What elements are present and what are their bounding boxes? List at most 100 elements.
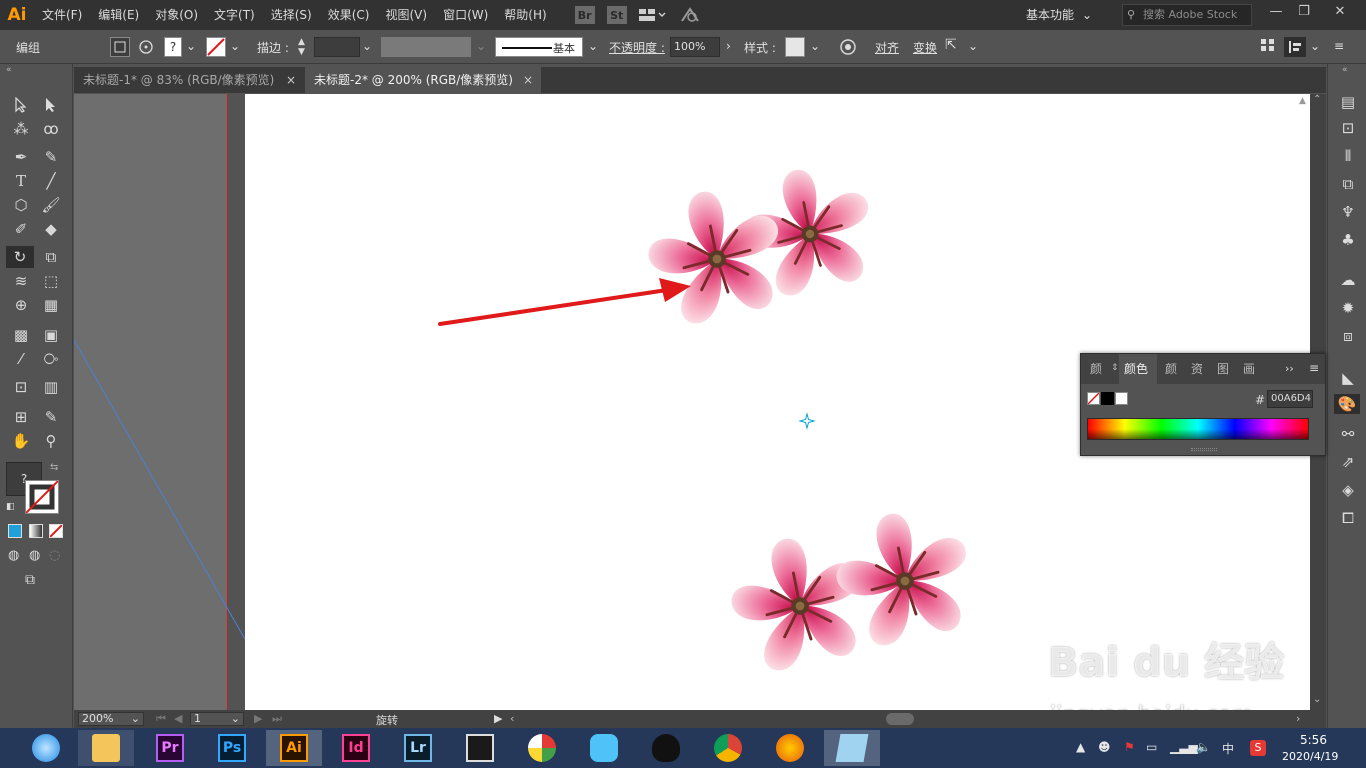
collapse-toolbar-icon[interactable]: « bbox=[6, 65, 12, 75]
menu-file[interactable]: 文件(F) bbox=[34, 0, 90, 30]
arrange-panel-icon[interactable] bbox=[1260, 37, 1278, 57]
shaper-tool-icon[interactable]: ✐ bbox=[8, 218, 34, 240]
color-panel-icon[interactable]: 🎨 bbox=[1334, 394, 1360, 414]
pathfinder-panel-icon[interactable]: ⧉ bbox=[1338, 174, 1358, 194]
opacity-label[interactable]: 不透明度 : bbox=[609, 39, 665, 56]
default-fill-stroke-icon[interactable]: ◧ bbox=[6, 502, 15, 512]
stroke-dropdown-chevron-icon[interactable]: ⌄ bbox=[230, 39, 240, 53]
lightroom-app[interactable]: Lr bbox=[390, 730, 446, 766]
black-swatch[interactable] bbox=[1101, 392, 1114, 405]
menu-help[interactable]: 帮助(H) bbox=[496, 0, 554, 30]
menu-effect[interactable]: 效果(C) bbox=[320, 0, 378, 30]
fill-dropdown-chevron-icon[interactable]: ⌄ bbox=[186, 39, 196, 53]
graphic-style-swatch[interactable] bbox=[785, 37, 805, 57]
control-menu-icon[interactable] bbox=[1284, 37, 1306, 57]
last-artboard-icon[interactable]: ⏭ bbox=[272, 712, 282, 726]
color-spectrum-bar[interactable] bbox=[1087, 418, 1309, 440]
rotate-tool-icon[interactable]: ↻ bbox=[6, 246, 34, 268]
menu-select[interactable]: 选择(S) bbox=[263, 0, 320, 30]
premiere-app[interactable]: Pr bbox=[142, 730, 198, 766]
export-panel-icon[interactable]: ⇗ bbox=[1338, 452, 1358, 472]
draw-inside-icon[interactable]: ◌ bbox=[49, 548, 60, 563]
mesh-tool-icon[interactable]: ▩ bbox=[8, 324, 34, 346]
menu-window[interactable]: 窗口(W) bbox=[435, 0, 496, 30]
firefox-app[interactable] bbox=[762, 730, 818, 766]
width-profile-chevron-icon[interactable]: ⌄ bbox=[476, 39, 486, 53]
column-graph-tool-icon[interactable]: ▥ bbox=[38, 376, 64, 398]
none-mode-button[interactable] bbox=[49, 524, 63, 538]
hex-input[interactable]: 00A6D4 bbox=[1267, 390, 1313, 408]
scale-tool-icon[interactable]: ⧉ bbox=[38, 246, 64, 268]
width-tool-icon[interactable]: ≋ bbox=[8, 270, 34, 292]
shape-builder-tool-icon[interactable]: ⊕ bbox=[8, 294, 34, 316]
artboards-panel-icon[interactable]: ⊡ bbox=[1338, 118, 1358, 138]
recolor-target-icon[interactable] bbox=[136, 37, 156, 57]
ime-indicator[interactable]: 中 bbox=[1222, 740, 1234, 757]
color-guide-panel-icon[interactable]: ⚯ bbox=[1338, 424, 1358, 444]
transparency-panel-icon[interactable]: ⧠ bbox=[1338, 508, 1358, 528]
puppet-chevron-icon[interactable]: ⌄ bbox=[968, 39, 978, 53]
flower-bottom-right[interactable] bbox=[832, 509, 974, 654]
flower-top-left[interactable] bbox=[644, 187, 786, 332]
stroke-weight-chevron-icon[interactable]: ⌄ bbox=[362, 39, 372, 53]
first-artboard-icon[interactable]: ⏮ bbox=[156, 712, 166, 726]
clock-date[interactable]: 2020/4/19 bbox=[1282, 750, 1338, 763]
tab-assets[interactable]: 资 bbox=[1191, 354, 1203, 384]
qq-app[interactable] bbox=[638, 730, 694, 766]
style-chevron-icon[interactable]: ⌄ bbox=[810, 39, 820, 53]
previous-artboard-icon[interactable]: ◀ bbox=[174, 712, 182, 725]
workspace-switcher[interactable]: 基本功能 ⌄ bbox=[1026, 0, 1092, 30]
line-segment-tool-icon[interactable]: ╱ bbox=[38, 170, 64, 192]
notepad-app[interactable] bbox=[824, 730, 880, 766]
tab-color[interactable]: 颜色 bbox=[1119, 354, 1157, 384]
browser-app[interactable] bbox=[18, 730, 74, 766]
scroll-up-arrow-icon[interactable]: ⌃ bbox=[1313, 94, 1321, 105]
tab-document-2[interactable]: 未标题-2* @ 200% (RGB/像素预览) × bbox=[305, 67, 541, 93]
menu-type[interactable]: 文字(T) bbox=[206, 0, 263, 30]
gpu-performance-icon[interactable] bbox=[679, 5, 701, 25]
layers-panel-icon[interactable]: ◈ bbox=[1338, 480, 1358, 500]
clock-time[interactable]: 5:56 bbox=[1300, 733, 1327, 747]
network-alert-icon[interactable]: ⚑ bbox=[1124, 740, 1135, 754]
stroke-color-box[interactable] bbox=[25, 480, 59, 514]
cc-libraries-panel-icon[interactable]: ☁ bbox=[1338, 270, 1358, 290]
panel-menu-icon[interactable]: ≡ bbox=[1309, 361, 1319, 375]
artboard-number-select[interactable]: 1 ⌄ bbox=[190, 712, 244, 726]
eraser-tool-icon[interactable]: ◆ bbox=[38, 218, 64, 240]
swap-fill-stroke-icon[interactable]: ⇆ bbox=[50, 462, 58, 473]
more-tabs-icon[interactable]: ›› bbox=[1285, 362, 1294, 375]
opacity-input[interactable]: 100% bbox=[670, 37, 720, 57]
slice-tool-icon[interactable]: ✎ bbox=[38, 406, 64, 428]
appearance-panel-icon[interactable]: ✹ bbox=[1338, 298, 1358, 318]
gradient-tool-icon[interactable]: ▣ bbox=[38, 324, 64, 346]
volume-icon[interactable]: 🔈 bbox=[1196, 740, 1211, 754]
scroll-right-icon[interactable]: › bbox=[1296, 712, 1300, 725]
control-menu-chevron-icon[interactable]: ⌄ bbox=[1310, 39, 1320, 53]
signal-icon[interactable]: ▁▃▅ bbox=[1170, 740, 1198, 754]
close-tab-icon[interactable]: × bbox=[523, 67, 533, 93]
none-color-swatch[interactable] bbox=[1087, 392, 1100, 405]
symbol-sprayer-tool-icon[interactable]: ⊡ bbox=[8, 376, 34, 398]
brush-definition-select[interactable]: 基本 bbox=[495, 37, 583, 57]
menu-object[interactable]: 对象(O) bbox=[147, 0, 206, 30]
properties-panel-icon[interactable]: ▤ bbox=[1338, 92, 1358, 112]
type-tool-icon[interactable]: T bbox=[8, 170, 34, 192]
photoshop-app[interactable]: Ps bbox=[204, 730, 260, 766]
align-link[interactable]: 对齐 bbox=[875, 39, 899, 56]
brushes-panel-icon[interactable]: ♣ bbox=[1338, 230, 1358, 250]
chrome-app[interactable] bbox=[700, 730, 756, 766]
panel-resize-handle[interactable] bbox=[1191, 448, 1217, 451]
eyedropper-tool-icon[interactable]: ⁄ bbox=[8, 348, 34, 370]
zoom-select[interactable]: 200% ⌄ bbox=[78, 712, 144, 726]
gradient-panel-icon[interactable]: ◣ bbox=[1338, 368, 1358, 388]
indesign-app[interactable]: Id bbox=[328, 730, 384, 766]
tab-artboards[interactable]: 画 bbox=[1243, 354, 1255, 384]
flower-bottom-left[interactable] bbox=[727, 534, 869, 679]
blend-tool-icon[interactable]: ⧂ bbox=[38, 348, 64, 370]
free-transform-tool-icon[interactable]: ⬚ bbox=[38, 270, 64, 292]
align-panel-icon[interactable]: ⫴ bbox=[1338, 146, 1358, 166]
illustrator-app[interactable]: Ai bbox=[266, 730, 322, 766]
zoom-tool-icon[interactable]: ⚲ bbox=[38, 430, 64, 452]
restore-button[interactable]: ❐ bbox=[1286, 0, 1322, 24]
color-mode-button[interactable] bbox=[8, 524, 22, 538]
